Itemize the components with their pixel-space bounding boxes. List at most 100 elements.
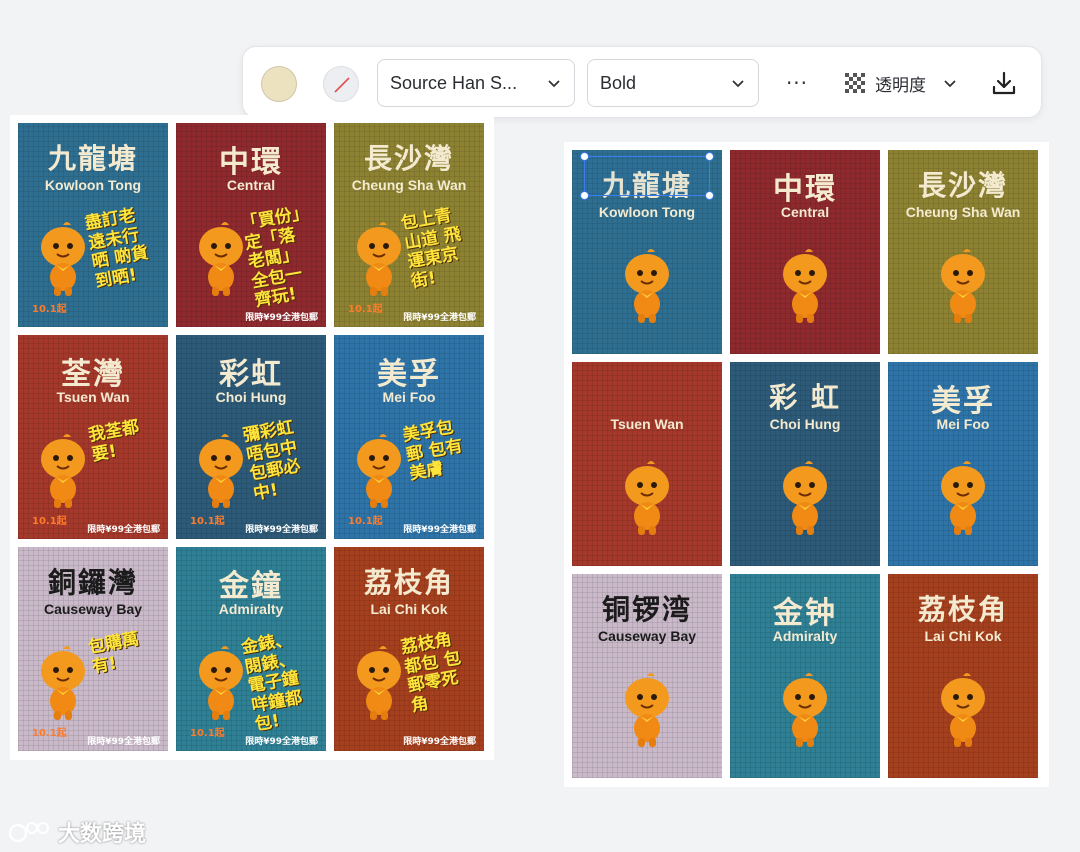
font-weight-select[interactable]: Bold <box>587 59 759 107</box>
station-name-chinese[interactable]: 九龍塘 <box>18 137 168 177</box>
poster-tile[interactable]: 銅鑼灣 Causeway Bay 包購萬有! 限時¥99全港包郵 10.1起 <box>18 547 168 751</box>
station-name-english[interactable]: Choi Hung <box>730 416 880 432</box>
station-name-english[interactable]: Tsuen Wan <box>18 389 168 405</box>
more-options-button[interactable]: ··· <box>779 69 815 97</box>
slogan-text: 盡訂老遠未行晒 啲貨到晒! <box>83 205 150 292</box>
mascot-illustration <box>612 668 682 752</box>
poster-tile[interactable]: 美孚 Mei Foo <box>888 362 1038 566</box>
mascot-illustration <box>770 668 840 752</box>
font-family-select[interactable]: Source Han S... <box>377 59 575 107</box>
promo-text: 限時¥99全港包郵 <box>403 525 476 535</box>
mascot-illustration <box>28 429 98 513</box>
poster-tile[interactable]: 長沙灣 Cheung Sha Wan 包上青山道 飛運東京街! 限時¥99全港包郵 10… <box>334 123 484 327</box>
station-name-english[interactable]: Central <box>176 177 326 193</box>
mascot-illustration <box>770 456 840 540</box>
station-name-chinese[interactable]: 铜锣湾 <box>572 588 722 628</box>
station-name-english[interactable]: Kowloon Tong <box>18 177 168 193</box>
promo-text: 限時¥99全港包郵 <box>245 313 318 323</box>
station-name-chinese[interactable]: 長沙灣 <box>888 164 1038 204</box>
resize-handle[interactable] <box>580 152 589 161</box>
date-text: 10.1起 <box>32 728 67 739</box>
station-name-english[interactable]: Mei Foo <box>888 416 1038 432</box>
poster-tile[interactable]: 長沙灣 Cheung Sha Wan <box>888 150 1038 354</box>
date-text: 10.1起 <box>32 516 67 527</box>
mascot-illustration <box>770 244 840 328</box>
logo-icon <box>8 822 49 843</box>
poster-tile[interactable]: 金鐘 Admiralty 金錶、閱錶、電子鐘 咩鐘都包! 限時¥99全港包郵 10.1起 <box>176 547 326 751</box>
promo-text: 限時¥99全港包郵 <box>403 737 476 747</box>
opacity-control[interactable]: 透明度 <box>845 69 958 97</box>
station-name-chinese[interactable]: 金鐘 <box>176 561 326 605</box>
station-name-chinese[interactable]: 美孚 <box>334 349 484 393</box>
resize-handle[interactable] <box>705 152 714 161</box>
poster-tile[interactable]: 九龍塘 Kowloon Tong <box>572 150 722 354</box>
station-name-chinese[interactable]: 荔枝角 <box>888 588 1038 628</box>
original-poster-collage: 九龍塘 Kowloon Tong 盡訂老遠未行晒 啲貨到晒! 10.1起 中環 Centr… <box>10 115 494 760</box>
promo-text: 限時¥99全港包郵 <box>87 525 160 535</box>
station-name-english[interactable]: Cheung Sha Wan <box>888 204 1038 220</box>
poster-tile[interactable]: 彩 虹 Choi Hung <box>730 362 880 566</box>
poster-tile[interactable]: Tsuen Wan <box>572 362 722 566</box>
poster-tile[interactable]: 中環 Central 「買份」定「落老闆」 全包一齊玩! 限時¥99全港包郵 <box>176 123 326 327</box>
text-toolbar: Source Han S... Bold ··· 透明度 <box>242 46 1042 118</box>
promo-text: 限時¥99全港包郵 <box>245 737 318 747</box>
station-name-english[interactable]: Admiralty <box>176 601 326 617</box>
poster-tile[interactable]: 铜锣湾 Causeway Bay <box>572 574 722 778</box>
poster-tile[interactable]: 九龍塘 Kowloon Tong 盡訂老遠未行晒 啲貨到晒! 10.1起 <box>18 123 168 327</box>
resize-handle[interactable] <box>580 191 589 200</box>
resize-handle[interactable] <box>705 191 714 200</box>
poster-tile[interactable]: 荃灣 Tsuen Wan 我荃都要! 限時¥99全港包郵 10.1起 <box>18 335 168 539</box>
station-name-english[interactable]: Tsuen Wan <box>572 416 722 432</box>
font-family-value: Source Han S... <box>390 72 518 93</box>
station-name-chinese[interactable]: 中環 <box>176 137 326 181</box>
station-name-chinese[interactable]: 荔枝角 <box>334 561 484 601</box>
station-name-chinese[interactable]: 金钟 <box>730 588 880 632</box>
poster-tile[interactable]: 美孚 Mei Foo 美孚包郵 包有美膚 限時¥99全港包郵 10.1起 <box>334 335 484 539</box>
station-name-english[interactable]: Lai Chi Kok <box>888 628 1038 644</box>
download-icon[interactable] <box>989 69 1019 99</box>
mascot-illustration <box>928 244 998 328</box>
slogan-text: 荔枝角都包 包郵零死角 <box>399 629 463 716</box>
station-name-english[interactable]: Causeway Bay <box>18 601 168 617</box>
slogan-text: 包上青山道 飛運東京街! <box>399 205 463 292</box>
date-text: 10.1起 <box>348 516 383 527</box>
station-name-chinese[interactable]: 彩 虹 <box>730 376 880 416</box>
station-name-english[interactable]: Kowloon Tong <box>572 204 722 220</box>
station-name-english[interactable]: Admiralty <box>730 628 880 644</box>
slogan-text: 彌彩虹唔包中 包郵必中! <box>241 417 303 504</box>
station-name-chinese[interactable]: 彩虹 <box>176 349 326 393</box>
station-name-chinese[interactable]: 中環 <box>730 164 880 208</box>
text-color-swatch[interactable] <box>261 66 297 102</box>
mascot-illustration <box>928 456 998 540</box>
promo-text: 限時¥99全港包郵 <box>403 313 476 323</box>
poster-tile[interactable]: 金钟 Admiralty <box>730 574 880 778</box>
station-name-english[interactable]: Mei Foo <box>334 389 484 405</box>
station-name-english[interactable]: Lai Chi Kok <box>334 601 484 617</box>
opacity-label: 透明度 <box>875 75 926 96</box>
poster-tile[interactable]: 荔枝角 Lai Chi Kok <box>888 574 1038 778</box>
poster-tile[interactable]: 中環 Central <box>730 150 880 354</box>
station-name-english[interactable]: Causeway Bay <box>572 628 722 644</box>
promo-text: 限時¥99全港包郵 <box>245 525 318 535</box>
date-text: 10.1起 <box>190 728 225 739</box>
text-selection-box[interactable] <box>580 152 714 200</box>
poster-tile[interactable]: 荔枝角 Lai Chi Kok 荔枝角都包 包郵零死角限時¥99全港包郵 <box>334 547 484 751</box>
station-name-chinese[interactable]: 荃灣 <box>18 349 168 393</box>
station-name-chinese[interactable]: 銅鑼灣 <box>18 561 168 601</box>
station-name-english[interactable]: Cheung Sha Wan <box>334 177 484 193</box>
mascot-illustration <box>28 641 98 725</box>
mascot-illustration <box>928 668 998 752</box>
mascot-illustration <box>612 244 682 328</box>
date-text: 10.1起 <box>32 304 67 315</box>
station-name-chinese[interactable]: 美孚 <box>888 376 1038 420</box>
edited-poster-collage: 九龍塘 Kowloon Tong 中環 Central 長沙灣 Cheung Sha Wa… <box>564 142 1049 787</box>
chevron-down-icon <box>548 80 560 88</box>
chevron-down-icon <box>732 80 744 88</box>
no-fill-icon[interactable] <box>323 66 359 102</box>
station-name-english[interactable]: Choi Hung <box>176 389 326 405</box>
checkerboard-icon <box>845 73 865 93</box>
poster-tile[interactable]: 彩虹 Choi Hung 彌彩虹唔包中 包郵必中! 限時¥99全港包郵 10.1起 <box>176 335 326 539</box>
mascot-illustration <box>612 456 682 540</box>
station-name-chinese[interactable]: 長沙灣 <box>334 137 484 177</box>
station-name-english[interactable]: Central <box>730 204 880 220</box>
